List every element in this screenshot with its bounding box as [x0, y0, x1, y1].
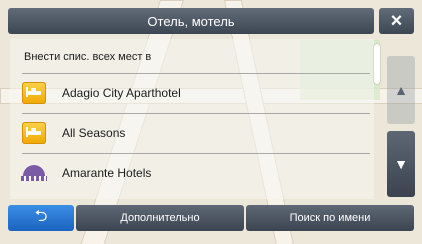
poi-list: Внести спис. всех мест в Adagio City Apa… — [10, 39, 374, 199]
list-item[interactable]: Adagio City Aparthotel — [10, 77, 372, 109]
close-icon: × — [390, 9, 403, 32]
close-button[interactable]: × — [379, 8, 414, 34]
arrow-up-icon: ▲ — [394, 82, 408, 98]
list-scrollbar[interactable] — [374, 44, 380, 84]
list-divider — [22, 113, 370, 114]
back-button[interactable]: ⮌ — [8, 205, 74, 231]
page-title: Отель, мотель — [8, 8, 374, 34]
back-arrow-icon: ⮌ — [34, 207, 48, 225]
arrow-down-icon: ▼ — [394, 156, 408, 172]
amarante-logo-icon — [21, 162, 47, 184]
more-button[interactable]: Дополнительно — [76, 205, 244, 231]
poi-selection-screen: Отель, мотель × Внести спис. всех мест в… — [0, 0, 422, 244]
list-item-label: Adagio City Aparthotel — [62, 86, 181, 100]
more-button-label: Дополнительно — [120, 212, 200, 224]
show-all-places-item[interactable]: Внести спис. всех мест в — [10, 43, 386, 71]
hotel-bed-icon — [22, 82, 46, 104]
search-by-name-label: Поиск по имени — [289, 212, 371, 224]
list-divider — [22, 153, 370, 154]
page-title-text: Отель, мотель — [147, 13, 235, 29]
show-all-places-label: Внести спис. всех мест в — [24, 51, 152, 63]
list-item[interactable]: All Seasons — [10, 117, 372, 149]
bottom-toolbar: ⮌ Дополнительно Поиск по имени — [8, 205, 414, 231]
scroll-up-button[interactable]: ▲ — [387, 56, 415, 124]
list-item-label: Amarante Hotels — [62, 166, 152, 180]
hotel-bed-icon — [22, 122, 46, 144]
list-item[interactable]: Amarante Hotels — [10, 157, 372, 189]
scroll-down-button[interactable]: ▼ — [387, 131, 415, 197]
search-by-name-button[interactable]: Поиск по имени — [246, 205, 414, 231]
list-divider — [22, 73, 370, 74]
list-item-label: All Seasons — [62, 126, 126, 140]
